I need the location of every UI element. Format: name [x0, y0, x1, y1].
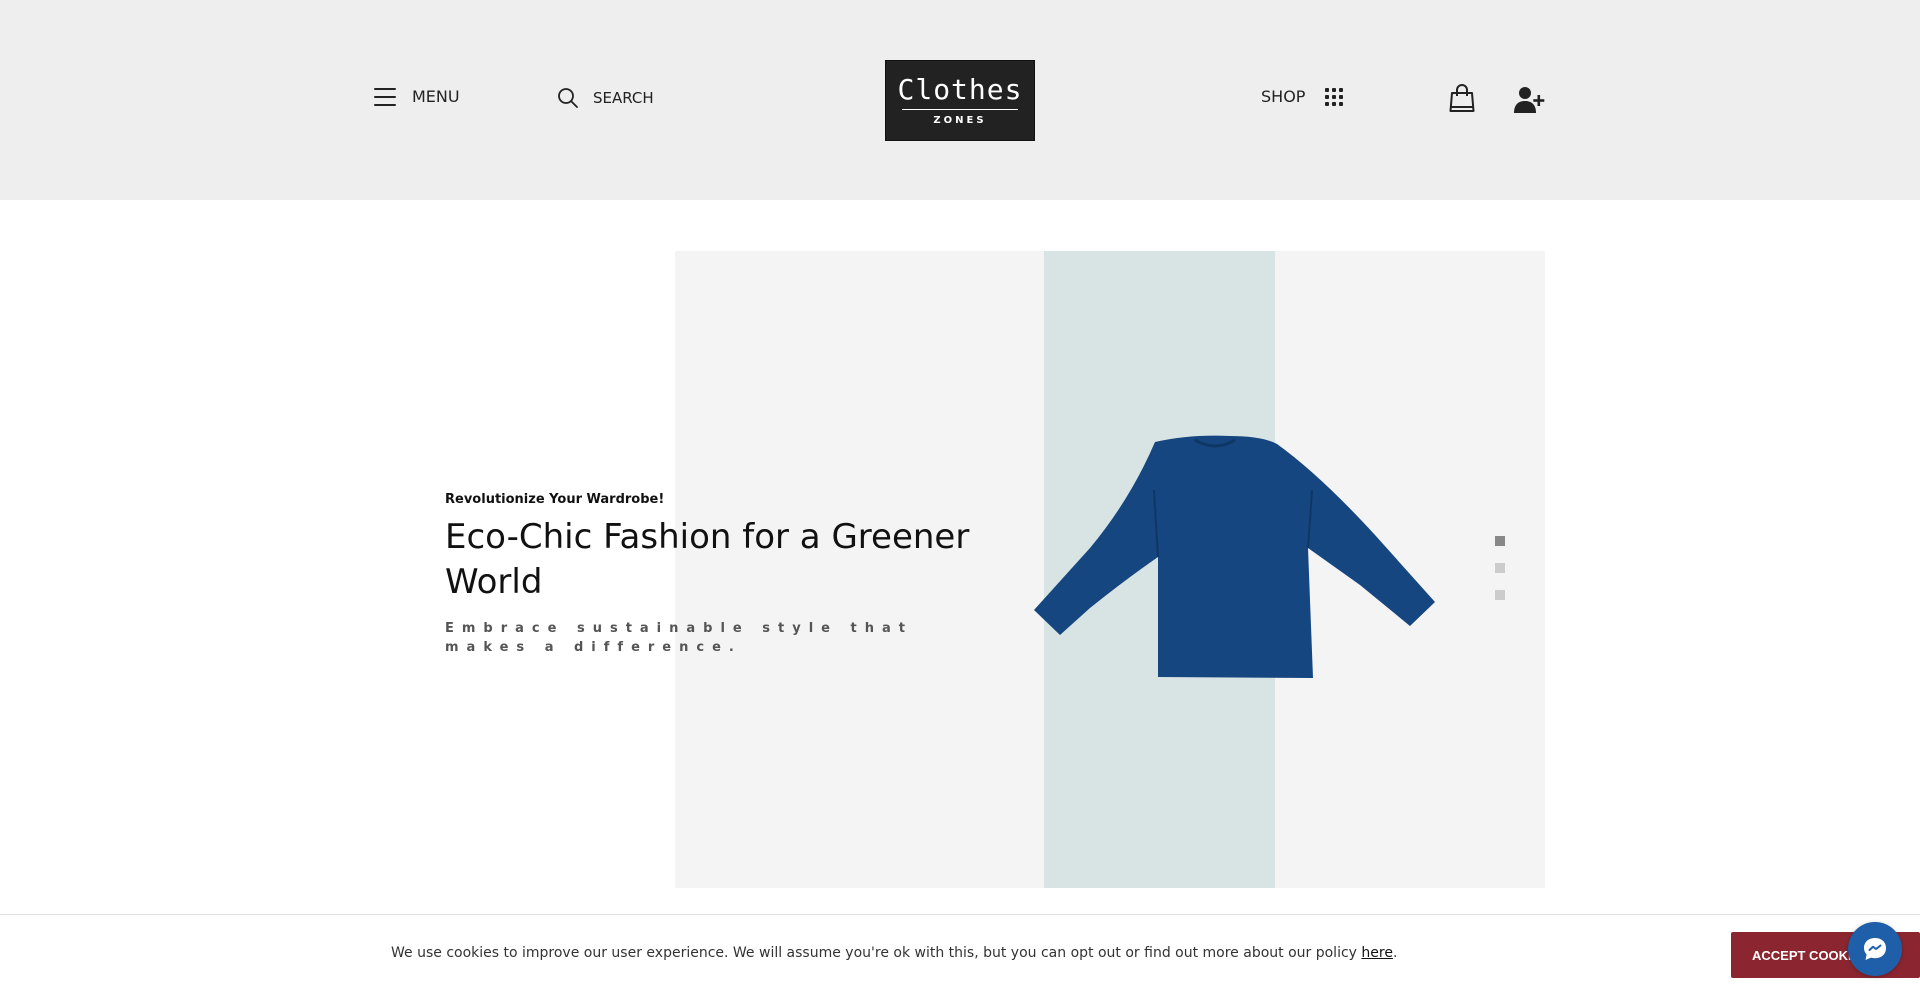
menu-button[interactable]: MENU [374, 87, 460, 106]
hero-eyebrow: Revolutionize Your Wardrobe! [445, 492, 665, 507]
shop-label: SHOP [1261, 87, 1306, 106]
hero-title: Eco-Chic Fashion for a Greener World [445, 517, 970, 602]
cookie-trailing: . [1392, 945, 1398, 961]
site-header: MENU SEARCH Clothes ZONES SHOP [0, 0, 1920, 200]
slider-dot[interactable] [1495, 590, 1505, 600]
search-icon [558, 88, 578, 108]
blue-sweater-image [1034, 435, 1435, 678]
cookie-text: We use cookies to improve our user exper… [391, 945, 1362, 961]
logo-sub-text: ZONES [933, 114, 987, 126]
cookie-message: We use cookies to improve our user exper… [391, 945, 1397, 961]
grid-dots-icon [1325, 87, 1344, 106]
cookie-policy-link[interactable]: here [1361, 945, 1393, 961]
slider-dot[interactable] [1495, 563, 1505, 573]
shop-button[interactable]: SHOP [1261, 87, 1344, 106]
slider-pagination [1495, 536, 1505, 617]
chat-button[interactable] [1848, 922, 1902, 976]
hero-copy: Revolutionize Your Wardrobe! Eco-Chic Fa… [445, 492, 985, 657]
shopping-bag-icon[interactable] [1448, 84, 1476, 112]
hero-subtitle: Embrace sustainable style that makes a d… [445, 621, 913, 655]
search-button[interactable]: SEARCH [557, 87, 654, 109]
logo-divider [902, 108, 1018, 110]
hamburger-icon [374, 87, 396, 106]
slider-dot[interactable] [1495, 536, 1505, 546]
logo-main-text: Clothes [897, 72, 1023, 106]
user-plus-icon[interactable] [1514, 86, 1546, 114]
cookie-consent-bar: We use cookies to improve our user exper… [0, 914, 1920, 993]
site-logo[interactable]: Clothes ZONES [885, 60, 1035, 141]
search-label: SEARCH [593, 89, 654, 107]
chat-bubble-icon [1864, 938, 1886, 960]
menu-label: MENU [412, 87, 460, 106]
